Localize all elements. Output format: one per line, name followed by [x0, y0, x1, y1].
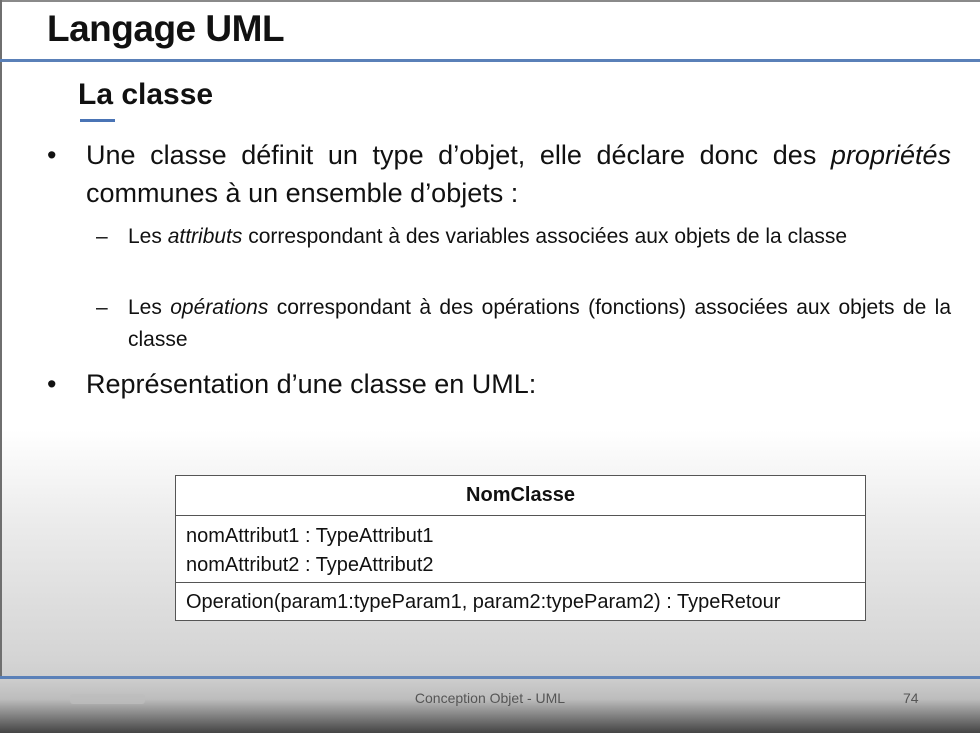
sub-bullet-text: Les: [128, 225, 168, 248]
sub-bullet-operations: Les opérations correspondant à des opéra…: [128, 292, 951, 356]
uml-attribute: nomAttribut1 : TypeAttribut1: [186, 525, 434, 547]
bullet-text: communes à un ensemble d’objets :: [86, 178, 519, 208]
bullet-text: Une classe définit un type d’objet, elle…: [86, 140, 831, 170]
sub-bullet-marker: –: [96, 296, 108, 319]
sub-bullet-emphasis: opérations: [170, 296, 269, 319]
footer-title: Conception Objet - UML: [414, 690, 566, 706]
slide-left-border: [0, 0, 2, 733]
sub-bullet-text: correspondant à des variables associées …: [242, 225, 848, 248]
uml-attributes-compartment: nomAttribut1 : TypeAttribut1 nomAttribut…: [176, 516, 865, 583]
page-number: 74: [903, 690, 919, 706]
sub-bullet-marker: –: [96, 225, 108, 248]
slide-title: Langage UML: [47, 8, 285, 49]
slide-top-border: [0, 0, 980, 2]
sub-bullet-attributes: Les attributs correspondant à des variab…: [128, 221, 951, 253]
bullet-class-definition: Une classe définit un type d’objet, elle…: [86, 136, 951, 212]
section-title: La classe: [78, 78, 214, 111]
footer-band: [0, 679, 980, 733]
bullet-uml-representation: Représentation d’une classe en UML:: [86, 369, 537, 399]
uml-attribute: nomAttribut2 : TypeAttribut2: [186, 554, 434, 576]
section-underline: [80, 119, 115, 122]
uml-class-box: NomClasse nomAttribut1 : TypeAttribut1 n…: [175, 475, 866, 621]
uml-operation: Operation(param1:typeParam1, param2:type…: [186, 591, 781, 613]
title-divider: [0, 59, 980, 62]
uml-class-name: NomClasse: [176, 476, 865, 516]
sub-bullet-text: Les: [128, 296, 171, 319]
sub-bullet-emphasis: attributs: [167, 225, 243, 248]
bullet-emphasis: propriétés: [830, 140, 951, 170]
bullet-marker: •: [47, 140, 57, 170]
uml-operations-compartment: Operation(param1:typeParam1, param2:type…: [176, 583, 865, 617]
bullet-marker: •: [47, 369, 57, 399]
